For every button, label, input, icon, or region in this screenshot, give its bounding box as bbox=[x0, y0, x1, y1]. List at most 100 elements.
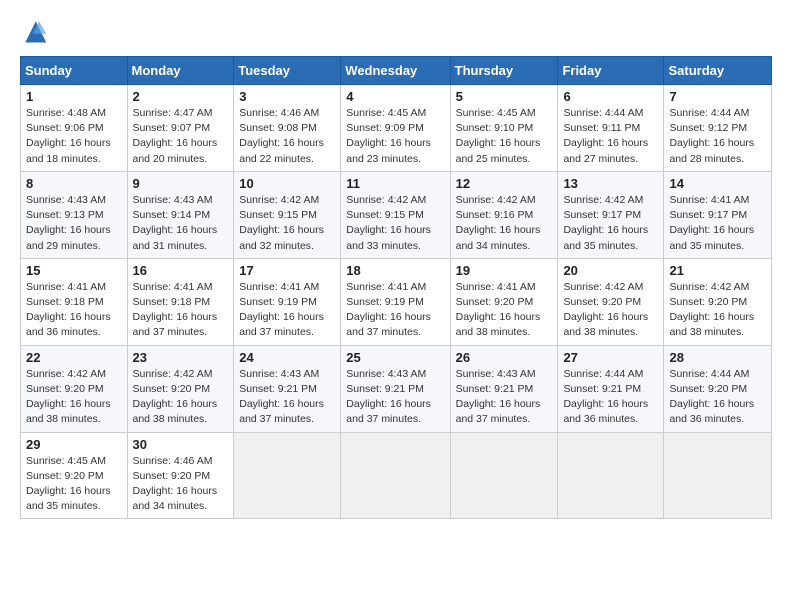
calendar-cell: 2 Sunrise: 4:47 AMSunset: 9:07 PMDaylight… bbox=[127, 85, 234, 172]
calendar-cell: 13 Sunrise: 4:42 AMSunset: 9:17 PMDayligh… bbox=[558, 171, 664, 258]
day-number: 11 bbox=[346, 176, 444, 191]
calendar-cell: 20 Sunrise: 4:42 AMSunset: 9:20 PMDayligh… bbox=[558, 258, 664, 345]
calendar-cell bbox=[450, 432, 558, 519]
calendar-cell: 30Sunrise: 4:46 AMSunset: 9:20 PMDayligh… bbox=[127, 432, 234, 519]
day-detail: Sunrise: 4:42 AMSunset: 9:15 PMDaylight:… bbox=[346, 193, 444, 254]
day-number: 17 bbox=[239, 263, 335, 278]
calendar-cell bbox=[664, 432, 772, 519]
calendar-cell: 15Sunrise: 4:41 AMSunset: 9:18 PMDayligh… bbox=[21, 258, 128, 345]
day-number: 22 bbox=[26, 350, 122, 365]
calendar-cell: 12 Sunrise: 4:42 AMSunset: 9:16 PMDayligh… bbox=[450, 171, 558, 258]
day-detail: Sunrise: 4:42 AMSunset: 9:20 PMDaylight:… bbox=[133, 367, 229, 428]
day-detail: Sunrise: 4:44 AMSunset: 9:11 PMDaylight:… bbox=[563, 106, 658, 167]
day-number: 23 bbox=[133, 350, 229, 365]
day-detail: Sunrise: 4:47 AMSunset: 9:07 PMDaylight:… bbox=[133, 106, 229, 167]
calendar-week-row: 1 Sunrise: 4:48 AMSunset: 9:06 PMDaylight… bbox=[21, 85, 772, 172]
day-number: 14 bbox=[669, 176, 766, 191]
day-detail: Sunrise: 4:42 AMSunset: 9:16 PMDaylight:… bbox=[456, 193, 553, 254]
day-detail: Sunrise: 4:41 AMSunset: 9:19 PMDaylight:… bbox=[346, 280, 444, 341]
day-number: 8 bbox=[26, 176, 122, 191]
calendar-cell: 19 Sunrise: 4:41 AMSunset: 9:20 PMDayligh… bbox=[450, 258, 558, 345]
day-detail: Sunrise: 4:41 AMSunset: 9:18 PMDaylight:… bbox=[133, 280, 229, 341]
day-detail: Sunrise: 4:43 AMSunset: 9:13 PMDaylight:… bbox=[26, 193, 122, 254]
calendar-cell: 22 Sunrise: 4:42 AMSunset: 9:20 PMDayligh… bbox=[21, 345, 128, 432]
day-number: 16 bbox=[133, 263, 229, 278]
calendar-cell: 16 Sunrise: 4:41 AMSunset: 9:18 PMDayligh… bbox=[127, 258, 234, 345]
day-number: 18 bbox=[346, 263, 444, 278]
calendar-week-row: 29 Sunrise: 4:45 AMSunset: 9:20 PMDayligh… bbox=[21, 432, 772, 519]
day-detail: Sunrise: 4:41 AMSunset: 9:20 PMDaylight:… bbox=[456, 280, 553, 341]
weekday-header-wednesday: Wednesday bbox=[341, 57, 450, 85]
day-detail: Sunrise: 4:44 AMSunset: 9:12 PMDaylight:… bbox=[669, 106, 766, 167]
day-number: 12 bbox=[456, 176, 553, 191]
day-number: 1 bbox=[26, 89, 122, 104]
day-number: 6 bbox=[563, 89, 658, 104]
weekday-header-monday: Monday bbox=[127, 57, 234, 85]
day-number: 13 bbox=[563, 176, 658, 191]
day-number: 4 bbox=[346, 89, 444, 104]
calendar-week-row: 15 Sunrise: 4:41 AMSunset: 9:18 PMDayligh… bbox=[21, 258, 772, 345]
day-detail: Sunrise: 4:43 AMSunset: 9:14 PMDaylight:… bbox=[133, 193, 229, 254]
day-number: 20 bbox=[563, 263, 658, 278]
day-detail: Sunrise: 4:43 AMSunset: 9:21 PMDaylight:… bbox=[346, 367, 444, 428]
calendar-cell: 14Sunrise: 4:41 AMSunset: 9:17 PMDayligh… bbox=[664, 171, 772, 258]
logo bbox=[20, 18, 52, 46]
calendar-cell: 24 Sunrise: 4:43 AMSunset: 9:21 PMDayligh… bbox=[234, 345, 341, 432]
weekday-header-friday: Friday bbox=[558, 57, 664, 85]
calendar-cell: 6 Sunrise: 4:44 AMSunset: 9:11 PMDaylight… bbox=[558, 85, 664, 172]
calendar-cell: 25 Sunrise: 4:43 AMSunset: 9:21 PMDayligh… bbox=[341, 345, 450, 432]
day-number: 21 bbox=[669, 263, 766, 278]
day-number: 19 bbox=[456, 263, 553, 278]
calendar-cell: 28Sunrise: 4:44 AMSunset: 9:20 PMDayligh… bbox=[664, 345, 772, 432]
day-detail: Sunrise: 4:43 AMSunset: 9:21 PMDaylight:… bbox=[456, 367, 553, 428]
calendar-cell: 17Sunrise: 4:41 AMSunset: 9:19 PMDayligh… bbox=[234, 258, 341, 345]
header bbox=[20, 18, 772, 46]
day-number: 30 bbox=[133, 437, 229, 452]
day-detail: Sunrise: 4:42 AMSunset: 9:17 PMDaylight:… bbox=[563, 193, 658, 254]
calendar-cell: 1 Sunrise: 4:48 AMSunset: 9:06 PMDaylight… bbox=[21, 85, 128, 172]
calendar-cell: 8 Sunrise: 4:43 AMSunset: 9:13 PMDaylight… bbox=[21, 171, 128, 258]
day-number: 7 bbox=[669, 89, 766, 104]
day-number: 10 bbox=[239, 176, 335, 191]
calendar-cell: 7 Sunrise: 4:44 AMSunset: 9:12 PMDaylight… bbox=[664, 85, 772, 172]
day-detail: Sunrise: 4:45 AMSunset: 9:20 PMDaylight:… bbox=[26, 454, 122, 515]
day-number: 29 bbox=[26, 437, 122, 452]
calendar-cell bbox=[558, 432, 664, 519]
calendar-cell: 27 Sunrise: 4:44 AMSunset: 9:21 PMDayligh… bbox=[558, 345, 664, 432]
day-number: 25 bbox=[346, 350, 444, 365]
calendar-cell: 23 Sunrise: 4:42 AMSunset: 9:20 PMDayligh… bbox=[127, 345, 234, 432]
calendar-cell: 11 Sunrise: 4:42 AMSunset: 9:15 PMDayligh… bbox=[341, 171, 450, 258]
day-detail: Sunrise: 4:42 AMSunset: 9:15 PMDaylight:… bbox=[239, 193, 335, 254]
calendar-cell: 29 Sunrise: 4:45 AMSunset: 9:20 PMDayligh… bbox=[21, 432, 128, 519]
calendar-cell bbox=[234, 432, 341, 519]
calendar-week-row: 8 Sunrise: 4:43 AMSunset: 9:13 PMDaylight… bbox=[21, 171, 772, 258]
calendar-header-row: SundayMondayTuesdayWednesdayThursdayFrid… bbox=[21, 57, 772, 85]
calendar-cell: 26Sunrise: 4:43 AMSunset: 9:21 PMDayligh… bbox=[450, 345, 558, 432]
day-detail: Sunrise: 4:42 AMSunset: 9:20 PMDaylight:… bbox=[26, 367, 122, 428]
day-number: 24 bbox=[239, 350, 335, 365]
day-number: 2 bbox=[133, 89, 229, 104]
day-number: 3 bbox=[239, 89, 335, 104]
weekday-header-sunday: Sunday bbox=[21, 57, 128, 85]
calendar-cell: 10 Sunrise: 4:42 AMSunset: 9:15 PMDayligh… bbox=[234, 171, 341, 258]
weekday-header-tuesday: Tuesday bbox=[234, 57, 341, 85]
weekday-header-saturday: Saturday bbox=[664, 57, 772, 85]
calendar-week-row: 22 Sunrise: 4:42 AMSunset: 9:20 PMDayligh… bbox=[21, 345, 772, 432]
day-detail: Sunrise: 4:46 AMSunset: 9:08 PMDaylight:… bbox=[239, 106, 335, 167]
day-detail: Sunrise: 4:48 AMSunset: 9:06 PMDaylight:… bbox=[26, 106, 122, 167]
day-number: 27 bbox=[563, 350, 658, 365]
day-number: 28 bbox=[669, 350, 766, 365]
page: SundayMondayTuesdayWednesdayThursdayFrid… bbox=[0, 0, 792, 537]
calendar-cell: 9Sunrise: 4:43 AMSunset: 9:14 PMDaylight… bbox=[127, 171, 234, 258]
day-number: 5 bbox=[456, 89, 553, 104]
day-detail: Sunrise: 4:44 AMSunset: 9:21 PMDaylight:… bbox=[563, 367, 658, 428]
day-detail: Sunrise: 4:43 AMSunset: 9:21 PMDaylight:… bbox=[239, 367, 335, 428]
calendar-cell bbox=[341, 432, 450, 519]
calendar-cell: 3 Sunrise: 4:46 AMSunset: 9:08 PMDaylight… bbox=[234, 85, 341, 172]
logo-icon bbox=[20, 18, 48, 46]
calendar-cell: 18 Sunrise: 4:41 AMSunset: 9:19 PMDayligh… bbox=[341, 258, 450, 345]
day-detail: Sunrise: 4:42 AMSunset: 9:20 PMDaylight:… bbox=[669, 280, 766, 341]
calendar-cell: 4Sunrise: 4:45 AMSunset: 9:09 PMDaylight… bbox=[341, 85, 450, 172]
day-number: 15 bbox=[26, 263, 122, 278]
day-detail: Sunrise: 4:42 AMSunset: 9:20 PMDaylight:… bbox=[563, 280, 658, 341]
